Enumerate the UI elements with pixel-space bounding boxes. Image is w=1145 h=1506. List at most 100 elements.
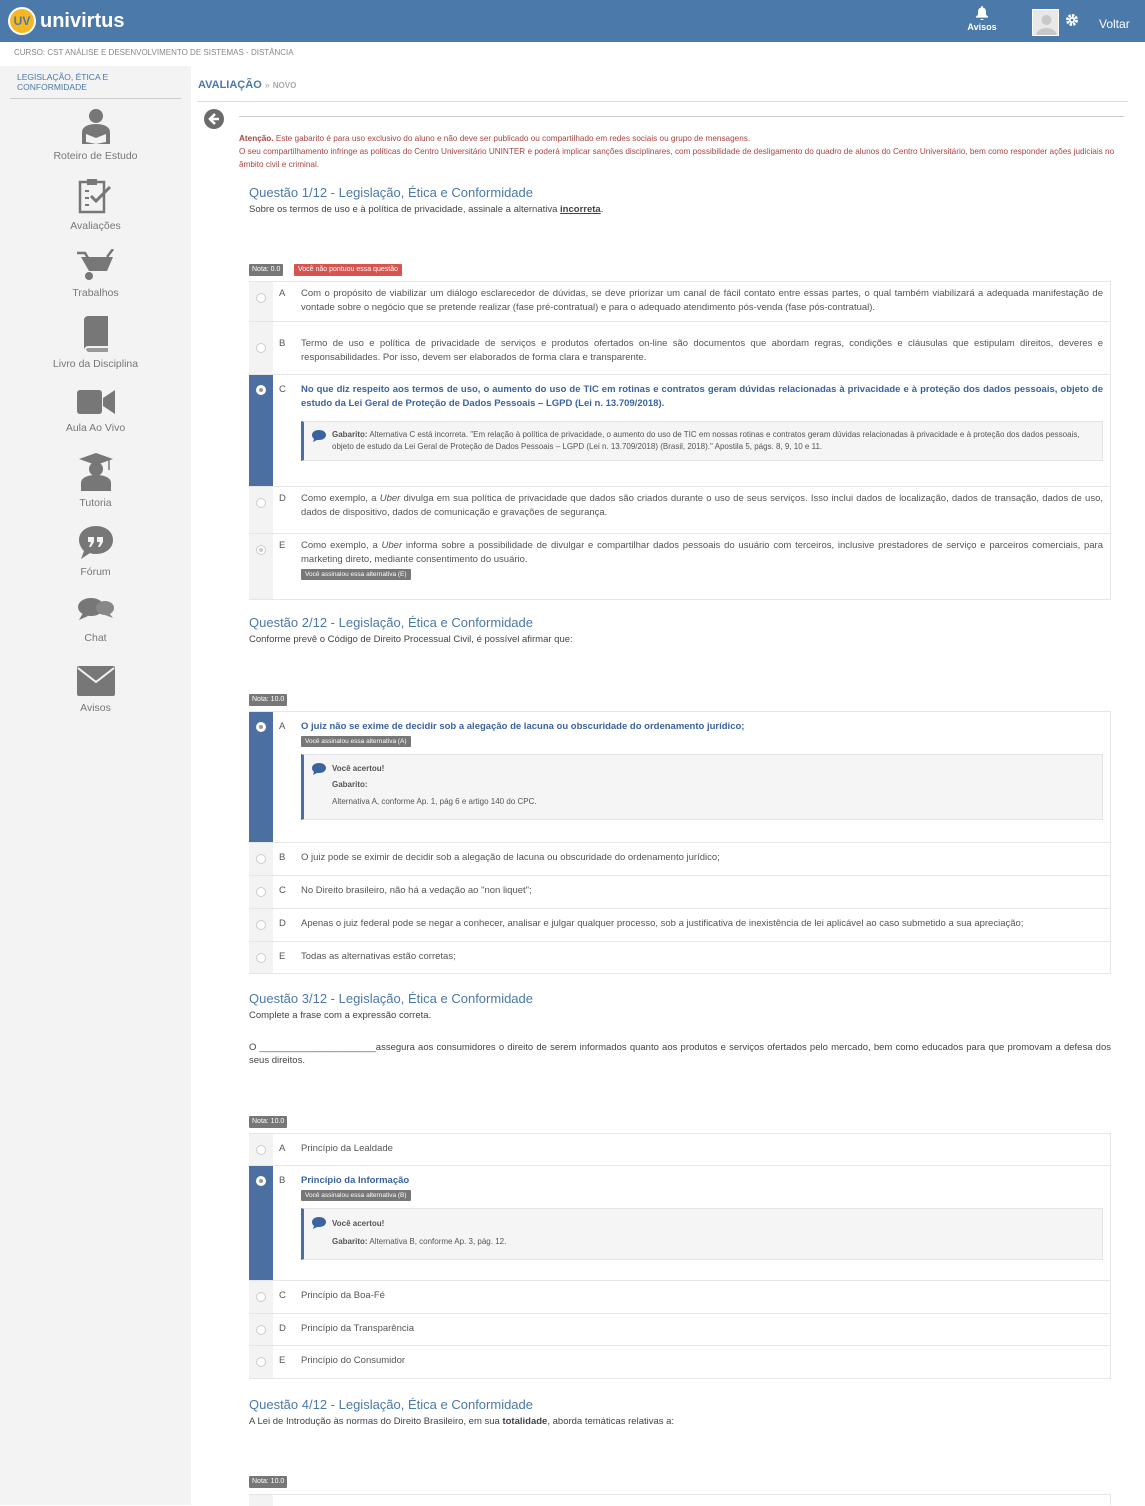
radio-button[interactable] bbox=[256, 920, 266, 930]
feedback-label: Gabarito: bbox=[332, 780, 368, 789]
feedback-text: Alternativa A, conforme Ap. 1, pág 6 e a… bbox=[332, 797, 537, 806]
radio-button[interactable] bbox=[256, 953, 266, 963]
option-a[interactable]: A Com o propósito de viabilizar um diálo… bbox=[249, 282, 1111, 322]
option-letter: A bbox=[279, 721, 286, 732]
radio-button[interactable] bbox=[256, 1325, 266, 1335]
gear-icon[interactable] bbox=[1065, 13, 1079, 27]
avisos-top-label: Avisos bbox=[967, 22, 997, 32]
warning-notice: Atenção. Este gabarito é para uso exclus… bbox=[239, 132, 1124, 171]
option-b[interactable]: B O juiz pode se eximir de decidir sob a… bbox=[249, 843, 1111, 876]
option-bar bbox=[249, 843, 273, 875]
option-bar bbox=[249, 1134, 273, 1165]
radio-button[interactable] bbox=[256, 887, 266, 897]
option-text: Princípio da Informação Você assinalou es… bbox=[301, 1174, 1103, 1202]
option-b[interactable]: B Termo de uso e política de privacidade… bbox=[249, 322, 1111, 375]
feedback-box: Você acertou! Gabarito: Alternativa B, c… bbox=[301, 1208, 1103, 1260]
sidebar-course-link[interactable]: LEGISLAÇÃO, ÉTICA E CONFORMIDADE bbox=[17, 72, 167, 92]
breadcrumb: CURSO: CST ANÁLISE E DESENVOLVIMENTO DE … bbox=[14, 48, 294, 57]
graduate-icon bbox=[78, 453, 113, 491]
back-button[interactable] bbox=[204, 109, 224, 129]
question-3-options: A Princípio da Lealdade B Princípio da I… bbox=[249, 1133, 1111, 1379]
option-text: Apenas o juiz federal pode se negar a co… bbox=[301, 918, 1024, 929]
option-d[interactable]: D Como exemplo, a Uber divulga em sua po… bbox=[249, 487, 1111, 534]
radio-button-selected[interactable] bbox=[256, 385, 266, 395]
option-d[interactable]: D Apenas o juiz federal pode se negar a … bbox=[249, 909, 1111, 942]
opt-e-a: Como exemplo, a bbox=[301, 540, 382, 551]
warning-bold: Atenção. bbox=[239, 134, 274, 143]
radio-button[interactable] bbox=[256, 854, 266, 864]
avatar[interactable] bbox=[1032, 9, 1059, 36]
sidebar-item-livro[interactable]: Livro da Disciplina bbox=[0, 316, 191, 370]
option-b[interactable]: B Princípio da Informação Você assinalou … bbox=[249, 1166, 1111, 1281]
selected-answer-tag: Você assinalou essa alternativa (B) bbox=[301, 1190, 411, 1201]
radio-button[interactable] bbox=[256, 293, 266, 303]
avisos-top-button[interactable]: Avisos bbox=[963, 6, 1001, 32]
comment-icon bbox=[312, 763, 326, 775]
opt-d-a: Como exemplo, a bbox=[301, 493, 380, 504]
option-bar bbox=[249, 322, 273, 374]
sidebar-item-tutoria[interactable]: Tutoria bbox=[0, 453, 191, 509]
option-a[interactable]: A O juiz não se exime de decidir sob a a… bbox=[249, 712, 1111, 843]
option-d[interactable]: D Princípio da Transparência bbox=[249, 1314, 1111, 1346]
option-text: O juiz pode se eximir de decidir sob a a… bbox=[301, 852, 720, 863]
q4-text-a: A Lei de Introdução às normas do Direito… bbox=[249, 1416, 503, 1427]
radio-button[interactable] bbox=[256, 1357, 266, 1367]
q1-text-bold: incorreta bbox=[560, 204, 601, 215]
sidebar-item-aula-ao-vivo[interactable]: Aula Ao Vivo bbox=[0, 388, 191, 434]
option-e[interactable]: E Como exemplo, a Uber informa sobre a p… bbox=[249, 534, 1111, 600]
option-letter: A bbox=[279, 288, 286, 299]
content-divider bbox=[239, 116, 1124, 117]
warning-text-1: Este gabarito é para uso exclusivo do al… bbox=[273, 134, 751, 143]
opt-text: O juiz não se exime de decidir sob a ale… bbox=[301, 721, 745, 732]
radio-button[interactable] bbox=[256, 1145, 266, 1155]
opt-e-c: informa sobre a possibilidade de divulga… bbox=[301, 540, 1104, 565]
option-letter: C bbox=[279, 885, 286, 896]
user-silhouette-icon bbox=[1036, 15, 1057, 35]
sidebar-item-forum[interactable]: Fórum bbox=[0, 524, 191, 578]
option-a[interactable]: A Princípio da Lealdade bbox=[249, 1134, 1111, 1166]
sidebar-item-trabalhos[interactable]: Trabalhos bbox=[0, 249, 191, 299]
logo[interactable]: UV univirtus bbox=[8, 7, 124, 35]
page-title: AVALIAÇÃO» NOVO bbox=[198, 79, 296, 91]
option-text: Todas as alternativas estão corretas; bbox=[301, 951, 456, 962]
score-badge: Nota: 10.0 bbox=[249, 1476, 288, 1488]
radio-button[interactable] bbox=[256, 343, 266, 353]
video-camera-icon bbox=[76, 390, 115, 414]
option-c[interactable]: C No que diz respeito aos termos de uso,… bbox=[249, 375, 1111, 487]
option-letter: E bbox=[279, 1355, 286, 1366]
feedback-box: Você acertou! Gabarito: Alternativa A, c… bbox=[301, 754, 1103, 820]
option-c[interactable]: C Princípio da Boa-Fé bbox=[249, 1281, 1111, 1314]
sidebar-item-avaliacoes[interactable]: Avaliações bbox=[0, 178, 191, 232]
sidebar-item-chat[interactable]: Chat bbox=[0, 596, 191, 644]
question-4-text: A Lei de Introdução às normas do Direito… bbox=[249, 1415, 1111, 1428]
feedback-text: Alternativa B, conforme Ap. 3, pág. 12. bbox=[367, 1237, 507, 1246]
option-letter: B bbox=[279, 852, 286, 863]
option-letter: C bbox=[279, 384, 286, 395]
radio-button-checked[interactable] bbox=[256, 545, 266, 555]
sidebar-item-label: Roteiro de Estudo bbox=[53, 150, 138, 162]
option-bar bbox=[249, 534, 273, 599]
radio-button-selected[interactable] bbox=[256, 1176, 266, 1186]
feedback-title: Você acertou! bbox=[332, 1219, 385, 1228]
question-2-title: Questão 2/12 - Legislação, Ética e Confo… bbox=[249, 615, 534, 630]
question-4-title: Questão 4/12 - Legislação, Ética e Confo… bbox=[249, 1397, 534, 1412]
sidebar-item-label: Avaliações bbox=[70, 220, 121, 232]
radio-button-selected[interactable] bbox=[256, 722, 266, 732]
sidebar-item-roteiro[interactable]: Roteiro de Estudo bbox=[0, 108, 191, 162]
wheelbarrow-icon bbox=[76, 249, 114, 280]
option-e[interactable]: E Princípio do Consumidor bbox=[249, 1346, 1111, 1379]
option-bar bbox=[249, 282, 273, 321]
radio-button[interactable] bbox=[256, 1292, 266, 1302]
option-e[interactable]: E Todas as alternativas estão corretas; bbox=[249, 942, 1111, 974]
feedback-label: Gabarito: bbox=[332, 1237, 368, 1246]
option-bar bbox=[249, 1281, 273, 1313]
q1-text-c: . bbox=[600, 204, 604, 215]
radio-button[interactable] bbox=[256, 498, 266, 508]
sidebar-item-avisos[interactable]: Avisos bbox=[0, 666, 191, 714]
option-c[interactable]: C No Direito brasileiro, não há a vedaçã… bbox=[249, 876, 1111, 909]
feedback-box: Gabarito: Alternativa C está incorreta. … bbox=[301, 421, 1103, 461]
question-4-options bbox=[249, 1494, 1111, 1506]
opt-text: Princípio da Informação bbox=[301, 1175, 410, 1186]
feedback-text: Alternativa C está incorreta. "Em relaçã… bbox=[332, 430, 1080, 451]
voltar-link[interactable]: Voltar bbox=[1099, 17, 1130, 31]
